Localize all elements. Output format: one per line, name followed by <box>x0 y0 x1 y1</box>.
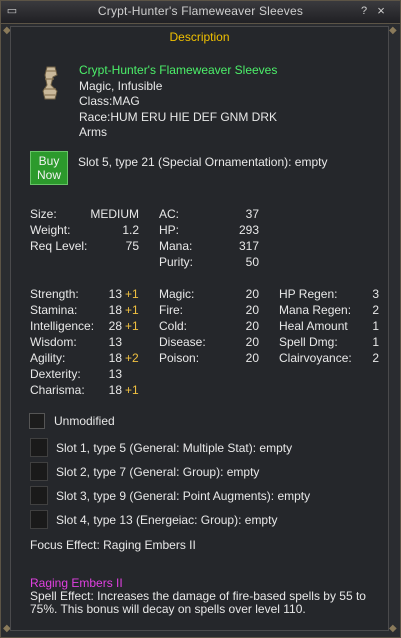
attribute-label: Agility: <box>30 351 66 365</box>
mod-value: 2 <box>372 351 379 365</box>
item-display-window: ▭ Crypt-Hunter's Flameweaver Sleeves ? ×… <box>0 0 401 638</box>
mod-value: 3 <box>372 287 379 301</box>
stat-value: 317 <box>238 239 259 253</box>
attribute-label: Wisdom: <box>30 335 77 349</box>
item-slot: Arms <box>79 125 107 139</box>
description-header: Description <box>169 30 230 44</box>
stat-label: Size: <box>30 207 57 221</box>
attribute-label: Dexterity: <box>30 367 81 381</box>
attribute-value: 18 <box>108 383 122 397</box>
item-name: Crypt-Hunter's Flameweaver Sleeves <box>79 63 278 77</box>
stat-value: 75 <box>125 239 139 253</box>
attribute-value: 13 <box>108 287 122 301</box>
focus-spell-description-line2: 75%. This bonus will decay on spells ove… <box>30 602 306 616</box>
attribute-label: Strength: <box>30 287 79 301</box>
attribute-value: 13 <box>108 335 122 349</box>
resist-label: Magic: <box>159 287 195 301</box>
window-title: Crypt-Hunter's Flameweaver Sleeves <box>97 4 304 18</box>
attribute-value: 13 <box>108 367 122 381</box>
unmodified-label: Unmodified <box>54 414 115 428</box>
attribute-bonus: +1 <box>125 287 139 301</box>
aug-slot-box[interactable] <box>30 486 48 505</box>
buy-now-label-line1: Buy <box>38 154 60 168</box>
buy-now-label-line2: Now <box>36 168 61 182</box>
mod-value: 2 <box>372 303 379 317</box>
resist-label: Disease: <box>159 335 206 349</box>
close-icon[interactable]: × <box>374 4 388 18</box>
mod-value: 1 <box>372 335 379 349</box>
attribute-bonus: +2 <box>125 351 139 365</box>
focus-spell-name: Raging Embers II <box>30 576 123 590</box>
resist-value: 20 <box>245 351 259 365</box>
unmodified-checkbox[interactable] <box>29 413 45 429</box>
resist-value: 20 <box>245 287 259 301</box>
attribute-bonus: +1 <box>125 383 139 397</box>
stat-value: 37 <box>245 207 259 221</box>
attribute-value: 18 <box>108 351 122 365</box>
attribute-value: 18 <box>108 303 122 317</box>
resist-label: Fire: <box>159 303 183 317</box>
mod-label: Heal Amount <box>279 319 348 333</box>
item-class: Class:MAG <box>79 94 140 108</box>
stat-label: HP: <box>159 223 180 237</box>
attribute-label: Stamina: <box>30 303 78 317</box>
stat-label: AC: <box>159 207 180 221</box>
stat-label: Purity: <box>159 255 194 269</box>
stat-value: 293 <box>238 223 259 237</box>
aug-slot-box[interactable] <box>30 510 48 529</box>
mod-label: Spell Dmg: <box>279 335 338 349</box>
resist-label: Cold: <box>159 319 188 333</box>
resist-value: 20 <box>245 319 259 333</box>
stat-value: 1.2 <box>122 223 139 237</box>
corner-ornament-icon: ◆ <box>389 623 397 634</box>
item-flags: Magic, Infusible <box>79 78 163 93</box>
aug-slot-box[interactable] <box>30 462 48 481</box>
aug-slot-text: Slot 3, type 9 (General: Point Augments)… <box>56 489 311 503</box>
help-icon[interactable]: ? <box>357 4 371 18</box>
stat-label: Weight: <box>30 223 71 237</box>
resist-label: Poison: <box>159 351 200 365</box>
attribute-label: Intelligence: <box>30 319 95 333</box>
attribute-bonus: +1 <box>125 319 139 333</box>
resist-value: 20 <box>245 335 259 349</box>
ornament-slot-text: Slot 5, type 21 (Special Ornamentation):… <box>78 155 328 169</box>
focus-spell-description-line1: Spell Effect: Increases the damage of fi… <box>30 589 366 603</box>
mod-label: HP Regen: <box>279 287 338 301</box>
stat-label: Mana: <box>159 239 193 253</box>
mod-value: 1 <box>372 319 379 333</box>
attribute-bonus: +1 <box>125 303 139 317</box>
description-panel: Description Crypt-Hunter's Flameweaver S… <box>10 26 389 631</box>
title-bar[interactable]: ▭ Crypt-Hunter's Flameweaver Sleeves ? × <box>1 1 400 24</box>
aug-slot-text: Slot 4, type 13 (Energeiac: Group): empt… <box>56 513 278 527</box>
aug-slot-text: Slot 1, type 5 (General: Multiple Stat):… <box>56 441 293 455</box>
aug-slot-box[interactable] <box>30 438 48 457</box>
corner-ornament-icon: ◆ <box>389 25 397 36</box>
resist-value: 20 <box>245 303 259 317</box>
item-info: Crypt-Hunter's Flameweaver Sleeves Magic… <box>79 63 277 141</box>
item-race: Race:HUM ERU HIE DEF GNM DRK <box>79 109 278 124</box>
attribute-label: Charisma: <box>30 383 85 397</box>
sleeve-icon <box>42 66 58 100</box>
aug-slot-text: Slot 2, type 7 (General: Group): empty <box>56 465 260 479</box>
attribute-value: 28 <box>108 319 122 333</box>
stat-value: 50 <box>245 255 259 269</box>
focus-effect-text: Focus Effect: Raging Embers II <box>30 538 196 552</box>
stat-value: MEDIUM <box>90 207 139 221</box>
buy-now-button[interactable]: Buy Now <box>30 151 68 185</box>
